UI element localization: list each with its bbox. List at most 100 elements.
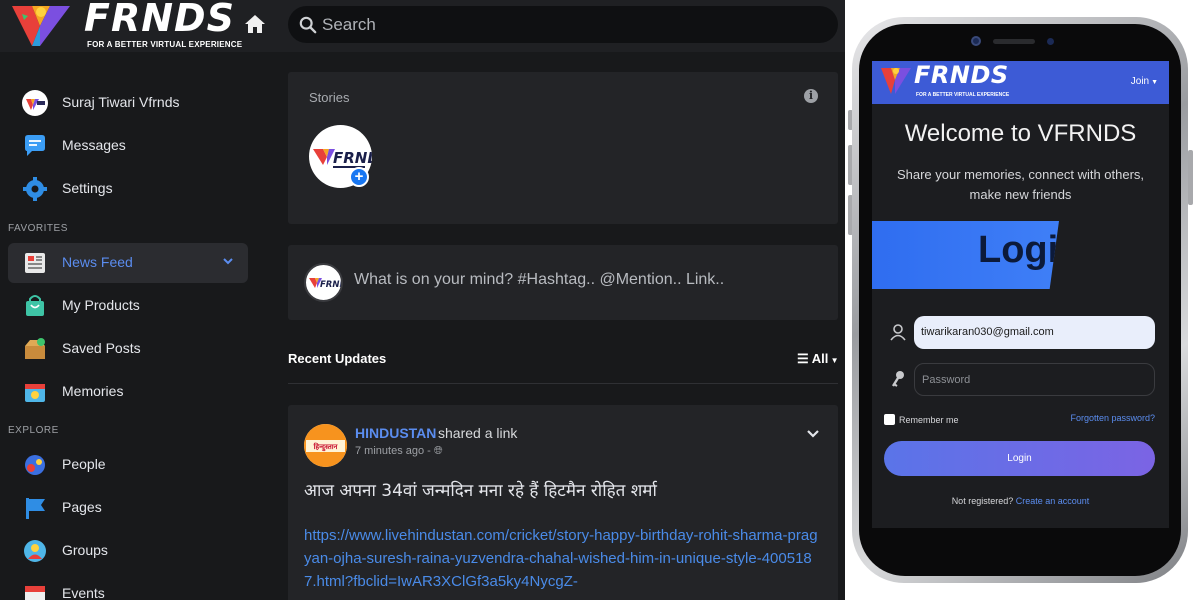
groups-icon <box>24 540 46 562</box>
logo-mark-icon <box>881 68 911 94</box>
post-action: shared a link <box>438 425 518 441</box>
logo-mark-icon <box>12 6 70 46</box>
home-icon[interactable] <box>243 12 267 36</box>
post-author-link[interactable]: HINDUSTAN <box>355 425 436 441</box>
section-label-explore: EXPLORE <box>8 425 59 436</box>
saved-icon <box>25 338 45 359</box>
join-dropdown[interactable]: Join ▼ <box>1131 76 1158 87</box>
email-field[interactable]: tiwarikaran030@gmail.com <box>914 316 1155 349</box>
post-timestamp[interactable]: 7 minutes ago - 🌐︎ <box>355 445 443 458</box>
memories-icon <box>25 384 45 402</box>
key-icon <box>891 371 904 387</box>
info-icon[interactable]: i <box>804 89 818 103</box>
sidebar-item-messages[interactable]: Messages <box>8 126 248 166</box>
login-button[interactable]: Login <box>884 441 1155 476</box>
site-logo[interactable]: FRNDS FOR A BETTER VIRTUAL EXPERIENCE <box>10 0 243 50</box>
login-banner: Login <box>872 221 1059 289</box>
hindustan-logo-icon: हिन्दुस्तान <box>304 424 347 467</box>
not-registered-text: Not registered? Create an account <box>872 496 1169 506</box>
sidebar-item-label: Saved Posts <box>62 340 141 356</box>
caret-down-icon: ▼ <box>828 356 839 365</box>
sidebar-item-events[interactable]: Events <box>8 574 248 600</box>
feed-filter-label: All <box>811 351 829 366</box>
logo-tagline: FOR A BETTER VIRTUAL EXPERIENCE <box>916 92 1010 98</box>
feed-filter-dropdown[interactable]: ☰ All ▼ <box>797 351 839 367</box>
user-icon <box>890 324 906 341</box>
search-bar[interactable]: Search <box>288 6 838 43</box>
sidebar-item-label: News Feed <box>62 254 133 270</box>
phone-power-button <box>1188 150 1193 205</box>
desktop-app: FRNDS FOR A BETTER VIRTUAL EXPERIENCE Se… <box>0 0 845 600</box>
search-icon <box>299 16 317 34</box>
sidebar-item-label: Pages <box>62 499 102 515</box>
password-field[interactable]: Password <box>914 363 1155 396</box>
avatar: FRNDS <box>304 263 343 302</box>
newsfeed-icon <box>25 253 45 273</box>
email-field-group: tiwarikaran030@gmail.com <box>884 316 1155 349</box>
post-text: आज अपना 34वां जन्मदिन मना रहे हैं हिटमैन… <box>304 481 657 501</box>
sidebar-item-settings[interactable]: Settings <box>8 169 248 209</box>
sidebar-item-saved-posts[interactable]: Saved Posts <box>8 329 248 369</box>
sidebar: Suraj Tiwari Vfrnds Messages Settings FA… <box>0 52 260 600</box>
logo-wordmark[interactable]: FRNDS <box>914 61 1009 89</box>
profile-logo-icon <box>26 99 45 110</box>
sidebar-item-label: My Products <box>62 297 140 313</box>
forgot-password-link[interactable]: Forgotten password? <box>1070 413 1155 423</box>
svg-text:FRNDS: FRNDS <box>333 149 372 167</box>
pages-icon <box>26 498 45 519</box>
sidebar-item-pages[interactable]: Pages <box>8 488 248 528</box>
sidebar-item-memories[interactable]: Memories <box>8 372 248 412</box>
globe-icon: 🌐︎ <box>433 445 443 457</box>
phone-speaker <box>993 39 1035 44</box>
avatar[interactable]: हिन्दुस्तान <box>304 424 347 467</box>
chevron-down-icon[interactable] <box>222 255 234 267</box>
people-icon <box>25 455 45 475</box>
sidebar-item-label: Memories <box>62 383 124 399</box>
not-registered-label: Not registered? <box>951 496 1014 506</box>
welcome-subtitle: Share your memories, connect with others… <box>896 167 1145 202</box>
logo-wordmark: FRNDS <box>84 0 235 40</box>
phone-header: FRNDS FOR A BETTER VIRTUAL EXPERIENCE Jo… <box>872 61 1169 104</box>
list-icon: ☰ <box>797 351 812 366</box>
password-field-group: Password <box>884 363 1155 396</box>
messages-icon <box>25 135 45 156</box>
sidebar-item-label: People <box>62 456 106 472</box>
search-input[interactable]: Search <box>322 15 376 35</box>
phone-screen: FRNDS FOR A BETTER VIRTUAL EXPERIENCE Jo… <box>872 61 1169 528</box>
sidebar-item-news-feed[interactable]: News Feed <box>8 243 248 283</box>
section-label-favorites: FAVORITES <box>8 223 68 234</box>
remember-me-label: Remember me <box>899 415 959 425</box>
sidebar-item-label: Groups <box>62 542 108 558</box>
login-banner-text: Login <box>978 229 1082 271</box>
top-bar: FRNDS FOR A BETTER VIRTUAL EXPERIENCE Se… <box>0 0 845 52</box>
phone-sensor <box>1047 38 1054 45</box>
sidebar-item-profile[interactable]: Suraj Tiwari Vfrnds <box>8 83 248 123</box>
divider <box>288 383 838 384</box>
caret-down-icon: ▼ <box>1149 79 1158 86</box>
events-icon <box>25 586 45 600</box>
create-account-link[interactable]: Create an account <box>1016 496 1090 506</box>
sidebar-item-label: Settings <box>62 180 113 196</box>
sidebar-item-label: Suraj Tiwari Vfrnds <box>62 94 180 110</box>
sidebar-item-label: Events <box>62 585 105 600</box>
products-icon <box>26 295 44 316</box>
sidebar-item-label: Messages <box>62 137 126 153</box>
settings-icon <box>23 177 47 201</box>
page: FRNDS FOR A BETTER VIRTUAL EXPERIENCE Se… <box>0 0 1200 600</box>
remember-me-checkbox[interactable] <box>884 414 895 425</box>
post-link[interactable]: https://www.livehindustan.com/cricket/st… <box>304 524 824 593</box>
composer-input[interactable]: What is on your mind? #Hashtag.. @Mentio… <box>354 271 724 289</box>
avatar <box>22 90 48 116</box>
logo-tagline: FOR A BETTER VIRTUAL EXPERIENCE <box>87 40 243 49</box>
chevron-down-icon[interactable] <box>806 427 820 441</box>
post-composer[interactable]: FRNDS What is on your mind? #Hashtag.. @… <box>288 245 838 320</box>
feed-post: हिन्दुस्तान HINDUSTAN shared a link 7 mi… <box>288 405 838 600</box>
welcome-title: Welcome to VFRNDS <box>904 120 1137 147</box>
sidebar-item-people[interactable]: People <box>8 445 248 485</box>
stories-card: Stories i FRNDS + <box>288 72 838 224</box>
stories-title: Stories <box>309 90 350 105</box>
sidebar-item-my-products[interactable]: My Products <box>8 286 248 326</box>
svg-text:FRNDS: FRNDS <box>320 280 341 290</box>
sidebar-item-groups[interactable]: Groups <box>8 531 248 571</box>
add-story-button[interactable]: + <box>349 167 369 187</box>
